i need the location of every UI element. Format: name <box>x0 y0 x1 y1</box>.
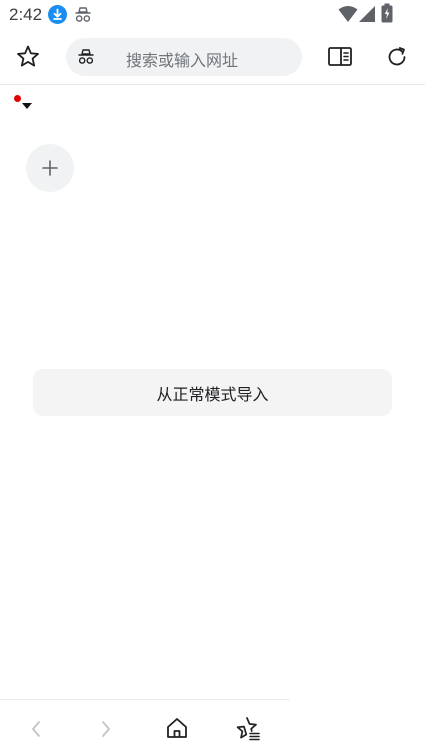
incognito-icon <box>74 6 92 24</box>
dropdown-caret-icon[interactable] <box>22 103 32 109</box>
add-tab-button[interactable] <box>26 144 74 192</box>
back-icon[interactable] <box>24 716 50 742</box>
status-time: 2:42 <box>9 5 43 24</box>
download-icon <box>48 5 67 24</box>
reload-icon[interactable] <box>383 43 411 71</box>
toolbar-divider <box>0 84 425 85</box>
bookmarks-icon[interactable] <box>235 715 261 741</box>
incognito-icon <box>77 48 95 66</box>
wifi-icon <box>338 5 358 23</box>
new-indicator-dot <box>14 95 21 102</box>
status-bar: 2:42 <box>0 0 425 30</box>
forward-icon[interactable] <box>93 716 119 742</box>
signal-icon <box>358 5 376 23</box>
star-icon[interactable] <box>14 43 42 71</box>
search-placeholder: 搜索或输入网址 <box>126 51 239 70</box>
import-from-normal-mode-button[interactable]: 从正常模式导入 <box>33 369 392 416</box>
home-icon[interactable] <box>164 715 190 741</box>
search-input[interactable]: 搜索或输入网址 <box>66 38 302 76</box>
battery-icon <box>381 3 393 23</box>
plus-icon <box>42 160 58 176</box>
reader-mode-icon[interactable] <box>326 43 354 71</box>
bottom-navigation-bar <box>0 700 425 756</box>
